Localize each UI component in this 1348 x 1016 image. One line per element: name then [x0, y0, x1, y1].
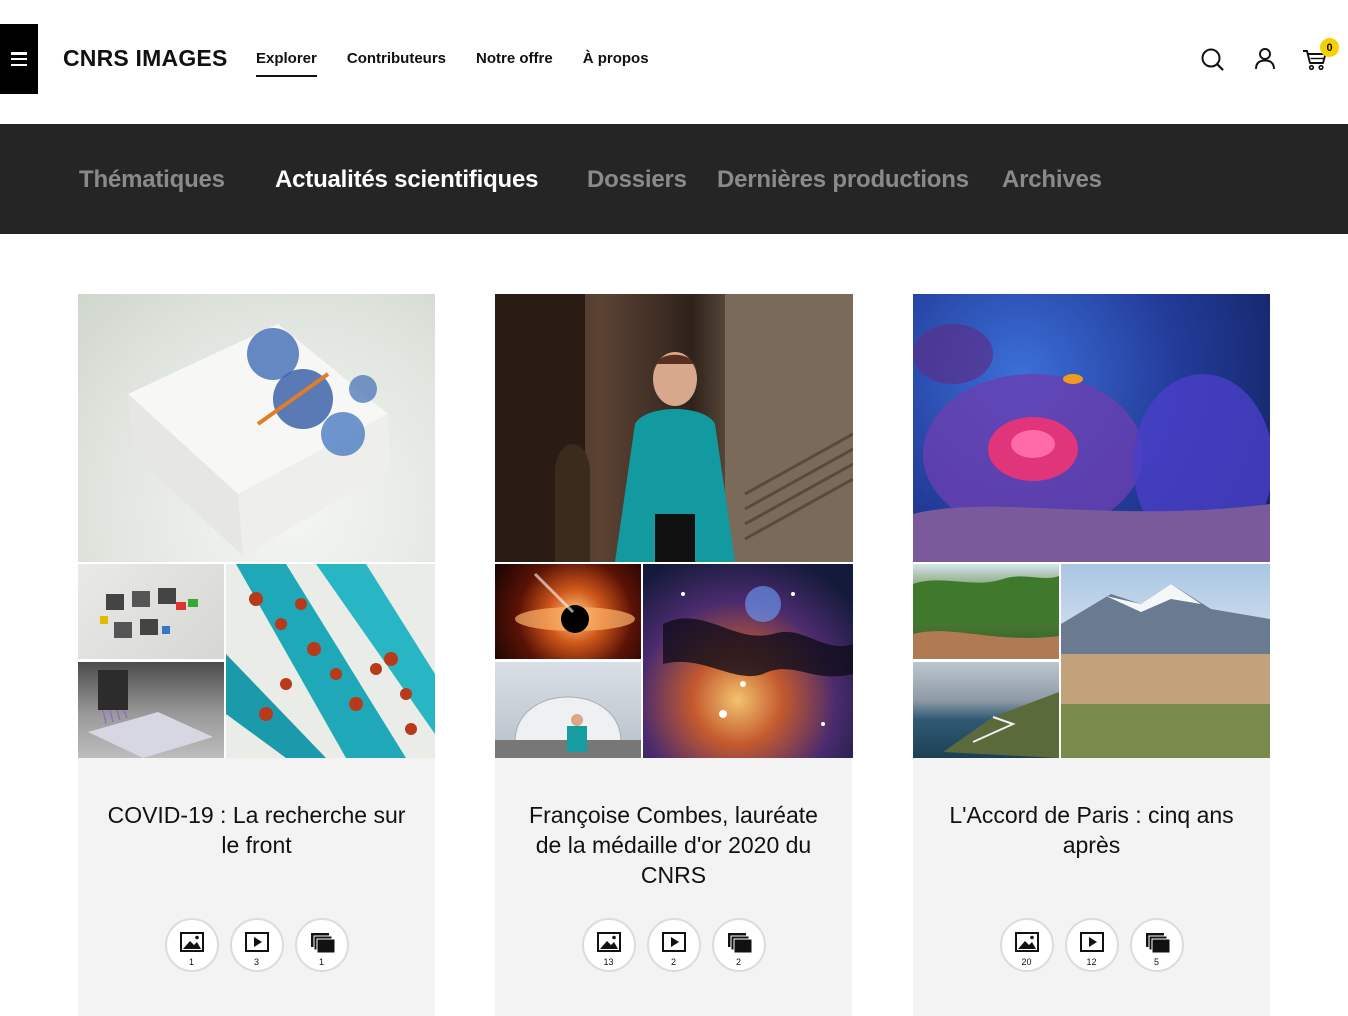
nebula-photo — [643, 564, 853, 758]
video-icon — [661, 932, 686, 952]
series-stack-icon — [310, 933, 335, 954]
card-title[interactable]: L'Accord de Paris : cinq ans après — [933, 800, 1250, 860]
tab-archives[interactable]: Archives — [1002, 166, 1102, 194]
images-count: 20 — [1021, 957, 1032, 967]
media-count-badges: 1 3 1 — [78, 918, 435, 972]
series-count-button[interactable]: 1 — [294, 918, 349, 972]
videos-count-button[interactable]: 2 — [646, 918, 701, 972]
nav-explorer[interactable]: Explorer — [256, 50, 317, 77]
portrait-photo — [495, 294, 853, 562]
andes-mountain-photo — [1061, 564, 1270, 758]
card-title[interactable]: Françoise Combes, lauréate de la médaill… — [515, 800, 832, 890]
qr-labels-photo — [78, 564, 224, 659]
account-button[interactable] — [1250, 44, 1280, 74]
coastline-photo — [913, 662, 1059, 758]
observatory-portrait-photo — [495, 662, 641, 758]
cart-count-badge: 0 — [1320, 38, 1339, 57]
main-nav: Explorer Contributeurs Notre offre À pro… — [256, 50, 679, 77]
tab-actualites-scientifiques[interactable]: Actualités scientifiques — [275, 166, 538, 194]
user-icon — [1255, 48, 1275, 70]
series-count: 1 — [318, 957, 324, 967]
series-count-button[interactable]: 2 — [711, 918, 766, 972]
search-icon — [1201, 48, 1224, 71]
series-count-button[interactable]: 5 — [1129, 918, 1184, 972]
coral-reef-photo — [913, 294, 1270, 562]
tab-thematiques[interactable]: Thématiques — [79, 166, 225, 194]
videos-count-button[interactable]: 12 — [1064, 918, 1119, 972]
videos-count: 2 — [670, 957, 676, 967]
nav-contributeurs[interactable]: Contributeurs — [347, 50, 446, 73]
covid-test-box-photo — [78, 294, 435, 562]
series-count: 2 — [735, 957, 741, 967]
tab-dossiers[interactable]: Dossiers — [587, 166, 687, 194]
image-icon — [1014, 932, 1039, 952]
dossier-card[interactable]: COVID-19 : La recherche sur le front 1 3… — [78, 294, 435, 1016]
image-icon — [596, 932, 621, 952]
images-count-button[interactable]: 1 — [164, 918, 219, 972]
tab-dernieres-productions[interactable]: Dernières productions — [717, 166, 969, 194]
videos-count: 12 — [1086, 957, 1097, 967]
hamburger-menu-icon — [11, 52, 27, 66]
hamburger-menu-button[interactable] — [0, 24, 38, 94]
nav-a-propos[interactable]: À propos — [583, 50, 649, 73]
videos-count: 3 — [253, 957, 259, 967]
site-logo[interactable]: CNRS IMAGES — [63, 45, 228, 72]
video-icon — [244, 932, 269, 952]
image-mosaic — [913, 294, 1270, 758]
image-mosaic — [78, 294, 435, 758]
media-count-badges: 20 12 5 — [913, 918, 1270, 972]
video-icon — [1079, 932, 1104, 952]
dossier-card[interactable]: Françoise Combes, lauréate de la médaill… — [495, 294, 853, 1016]
lab-pipette-photo — [78, 662, 224, 758]
nav-notre-offre[interactable]: Notre offre — [476, 50, 553, 73]
image-mosaic — [495, 294, 853, 758]
image-icon — [179, 932, 204, 952]
forest-clearing-photo — [913, 564, 1059, 659]
coronavirus-microscopy-photo — [226, 564, 435, 758]
videos-count-button[interactable]: 3 — [229, 918, 284, 972]
series-stack-icon — [727, 933, 752, 954]
images-count: 1 — [188, 957, 194, 967]
black-hole-illustration — [495, 564, 641, 659]
series-count: 5 — [1153, 957, 1159, 967]
site-header: CNRS IMAGES Explorer Contributeurs Notre… — [0, 0, 1348, 124]
card-title[interactable]: COVID-19 : La recherche sur le front — [98, 800, 415, 860]
images-count: 13 — [603, 957, 614, 967]
search-button[interactable] — [1198, 44, 1228, 74]
section-tabs: Thématiques Actualités scientifiques Dos… — [0, 124, 1348, 234]
media-count-badges: 13 2 2 — [495, 918, 852, 972]
images-count-button[interactable]: 20 — [999, 918, 1054, 972]
dossier-card[interactable]: L'Accord de Paris : cinq ans après 20 12… — [913, 294, 1270, 1016]
series-stack-icon — [1145, 933, 1170, 954]
images-count-button[interactable]: 13 — [581, 918, 636, 972]
